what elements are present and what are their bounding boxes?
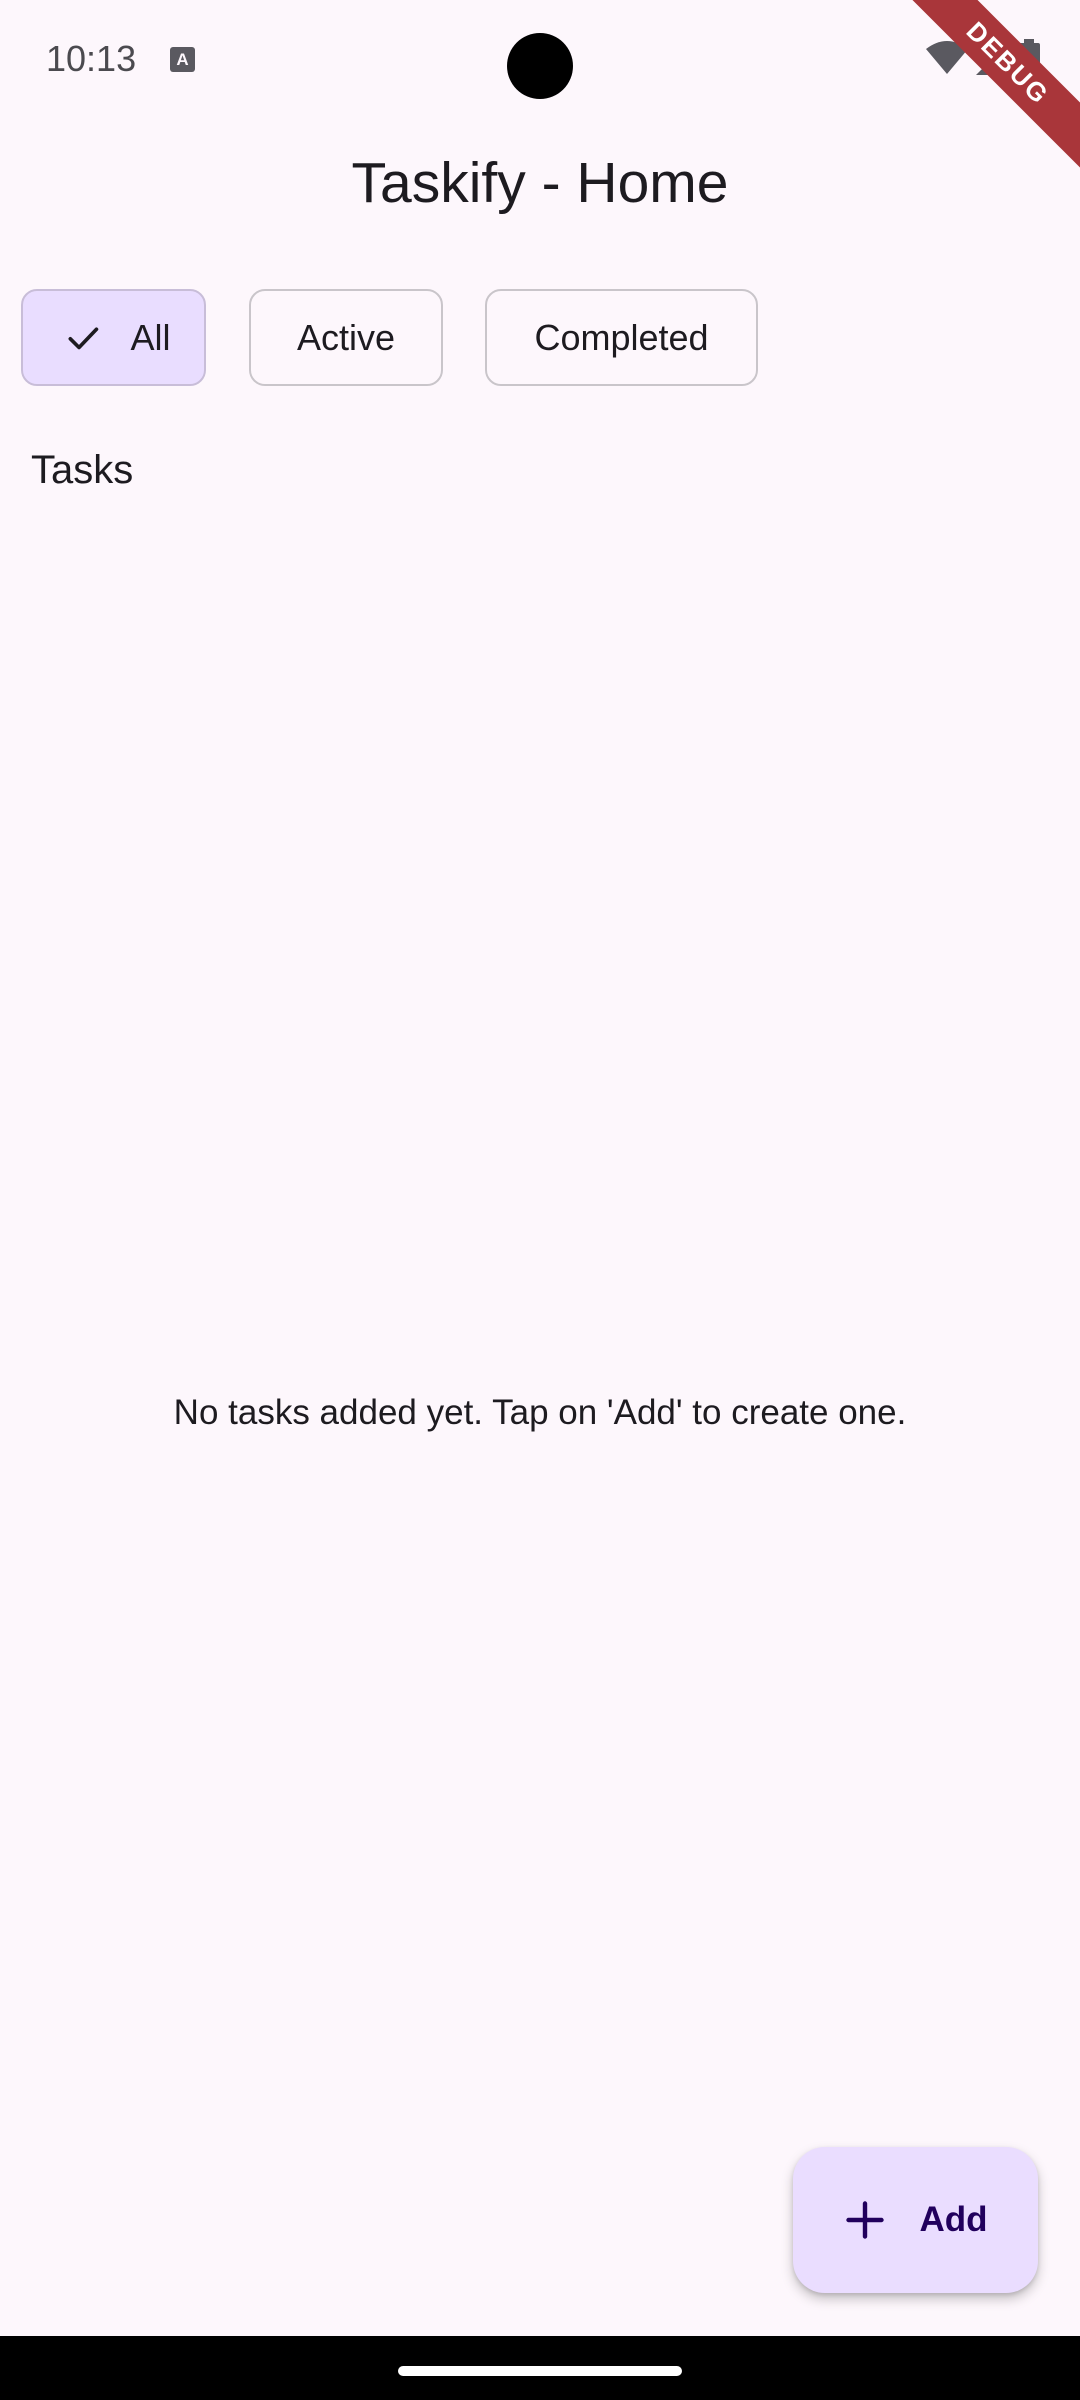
- home-indicator[interactable]: [398, 2366, 682, 2376]
- plus-icon: [846, 2201, 885, 2239]
- app-screen: 10:13 A DEBUG Taskify - Home All Active: [0, 0, 1080, 2400]
- filter-chip-all[interactable]: All: [21, 289, 206, 386]
- camera-cutout: [507, 33, 573, 99]
- tasks-section-title: Tasks: [31, 448, 134, 492]
- notification-a-icon: A: [170, 47, 195, 72]
- empty-state-message: No tasks added yet. Tap on 'Add' to crea…: [173, 1393, 907, 1432]
- filter-chip-active[interactable]: Active: [249, 289, 443, 386]
- filter-chip-label: All: [130, 316, 171, 358]
- add-task-button[interactable]: Add: [793, 2147, 1038, 2293]
- check-icon: [68, 326, 99, 349]
- page-title: Taskify - Home: [351, 151, 729, 215]
- status-bar: 10:13 A: [0, 0, 1080, 120]
- add-button-label: Add: [919, 2200, 988, 2239]
- filter-chip-label: Completed: [534, 316, 709, 358]
- filter-chip-completed[interactable]: Completed: [485, 289, 758, 386]
- filter-chip-label: Active: [296, 316, 396, 358]
- status-time: 10:13: [46, 38, 137, 79]
